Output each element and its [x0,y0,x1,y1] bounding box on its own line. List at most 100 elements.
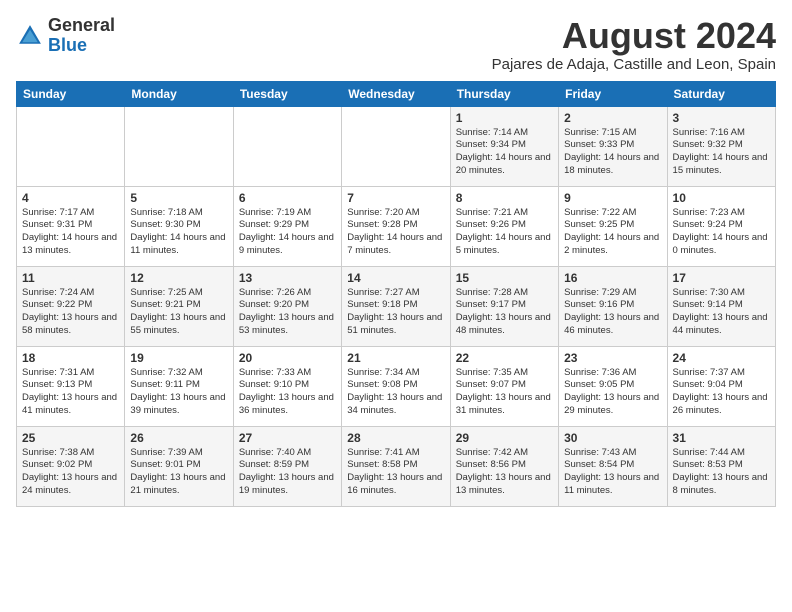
calendar-cell: 13 Sunrise: 7:26 AM Sunset: 9:20 PM Dayli… [233,266,341,346]
day-info: Sunrise: 7:35 AM Sunset: 9:07 PM Dayligh… [456,367,553,418]
calendar-cell: 9 Sunrise: 7:22 AM Sunset: 9:25 PM Daylig… [559,186,667,266]
day-info: Sunrise: 7:20 AM Sunset: 9:28 PM Dayligh… [347,207,444,258]
calendar-cell: 10Sunrise: 7:23 AM Sunset: 9:24 PM Dayli… [667,186,775,266]
calendar-cell: 2 Sunrise: 7:15 AM Sunset: 9:33 PM Daylig… [559,106,667,186]
calendar-cell [233,106,341,186]
day-number: 1 [456,111,553,125]
day-number: 16 [564,271,661,285]
day-info: Sunrise: 7:43 AM Sunset: 8:54 PM Dayligh… [564,447,661,498]
calendar-week-row: 11 Sunrise: 7:24 AM Sunset: 9:22 PM Dayli… [17,266,776,346]
day-number: 28 [347,431,444,445]
day-info: Sunrise: 7:27 AM Sunset: 9:18 PM Dayligh… [347,287,444,338]
calendar-cell [17,106,125,186]
calendar-cell [342,106,450,186]
day-number: 12 [130,271,227,285]
calendar-cell: 5 Sunrise: 7:18 AM Sunset: 9:30 PM Daylig… [125,186,233,266]
day-info: Sunrise: 7:34 AM Sunset: 9:08 PM Dayligh… [347,367,444,418]
calendar-cell: 17 Sunrise: 7:30 AM Sunset: 9:14 PM Dayli… [667,266,775,346]
day-info: Sunrise: 7:39 AM Sunset: 9:01 PM Dayligh… [130,447,227,498]
calendar-cell: 25Sunrise: 7:38 AM Sunset: 9:02 PM Dayli… [17,426,125,506]
calendar-cell: 14Sunrise: 7:27 AM Sunset: 9:18 PM Dayli… [342,266,450,346]
calendar-cell: 1Sunrise: 7:14 AM Sunset: 9:34 PM Daylig… [450,106,558,186]
day-info: Sunrise: 7:15 AM Sunset: 9:33 PM Dayligh… [564,127,661,178]
day-number: 19 [130,351,227,365]
calendar-cell: 28 Sunrise: 7:41 AM Sunset: 8:58 PM Dayli… [342,426,450,506]
day-number: 13 [239,271,336,285]
calendar-week-row: 1Sunrise: 7:14 AM Sunset: 9:34 PM Daylig… [17,106,776,186]
month-year: August 2024 [492,16,776,56]
day-number: 7 [347,191,444,205]
day-number: 17 [673,271,770,285]
logo-blue: Blue [48,35,87,55]
day-number: 8 [456,191,553,205]
calendar-cell: 3Sunrise: 7:16 AM Sunset: 9:32 PM Daylig… [667,106,775,186]
day-number: 2 [564,111,661,125]
calendar-cell: 31 Sunrise: 7:44 AM Sunset: 8:53 PM Dayli… [667,426,775,506]
weekday-header: Monday [125,81,233,106]
calendar-cell: 15 Sunrise: 7:28 AM Sunset: 9:17 PM Dayli… [450,266,558,346]
day-number: 22 [456,351,553,365]
calendar-cell: 21Sunrise: 7:34 AM Sunset: 9:08 PM Dayli… [342,346,450,426]
day-info: Sunrise: 7:18 AM Sunset: 9:30 PM Dayligh… [130,207,227,258]
day-info: Sunrise: 7:42 AM Sunset: 8:56 PM Dayligh… [456,447,553,498]
day-info: Sunrise: 7:33 AM Sunset: 9:10 PM Dayligh… [239,367,336,418]
calendar-cell [125,106,233,186]
title-block: August 2024 Pajares de Adaja, Castille a… [492,16,776,73]
weekday-header: Sunday [17,81,125,106]
calendar-cell: 6Sunrise: 7:19 AM Sunset: 9:29 PM Daylig… [233,186,341,266]
calendar-table: SundayMondayTuesdayWednesdayThursdayFrid… [16,81,776,507]
calendar-cell: 4Sunrise: 7:17 AM Sunset: 9:31 PM Daylig… [17,186,125,266]
calendar-week-row: 25Sunrise: 7:38 AM Sunset: 9:02 PM Dayli… [17,426,776,506]
day-info: Sunrise: 7:36 AM Sunset: 9:05 PM Dayligh… [564,367,661,418]
calendar-cell: 12 Sunrise: 7:25 AM Sunset: 9:21 PM Dayli… [125,266,233,346]
day-info: Sunrise: 7:30 AM Sunset: 9:14 PM Dayligh… [673,287,770,338]
day-number: 31 [673,431,770,445]
day-number: 26 [130,431,227,445]
logo: General Blue [16,16,115,56]
day-number: 3 [673,111,770,125]
calendar-cell: 20 Sunrise: 7:33 AM Sunset: 9:10 PM Dayli… [233,346,341,426]
day-number: 30 [564,431,661,445]
day-info: Sunrise: 7:40 AM Sunset: 8:59 PM Dayligh… [239,447,336,498]
day-number: 10 [673,191,770,205]
day-info: Sunrise: 7:29 AM Sunset: 9:16 PM Dayligh… [564,287,661,338]
calendar-week-row: 4Sunrise: 7:17 AM Sunset: 9:31 PM Daylig… [17,186,776,266]
day-info: Sunrise: 7:41 AM Sunset: 8:58 PM Dayligh… [347,447,444,498]
calendar-cell: 30 Sunrise: 7:43 AM Sunset: 8:54 PM Dayli… [559,426,667,506]
day-info: Sunrise: 7:44 AM Sunset: 8:53 PM Dayligh… [673,447,770,498]
calendar-cell: 27 Sunrise: 7:40 AM Sunset: 8:59 PM Dayli… [233,426,341,506]
day-number: 4 [22,191,119,205]
day-info: Sunrise: 7:38 AM Sunset: 9:02 PM Dayligh… [22,447,119,498]
day-info: Sunrise: 7:37 AM Sunset: 9:04 PM Dayligh… [673,367,770,418]
day-number: 27 [239,431,336,445]
logo-icon [16,22,44,50]
weekday-header: Wednesday [342,81,450,106]
calendar-cell: 29 Sunrise: 7:42 AM Sunset: 8:56 PM Dayli… [450,426,558,506]
logo-text: General Blue [48,16,115,56]
calendar-cell: 7 Sunrise: 7:20 AM Sunset: 9:28 PM Daylig… [342,186,450,266]
day-number: 24 [673,351,770,365]
logo-general: General [48,15,115,35]
location: Pajares de Adaja, Castille and Leon, Spa… [492,56,776,73]
calendar-cell: 19Sunrise: 7:32 AM Sunset: 9:11 PM Dayli… [125,346,233,426]
day-number: 15 [456,271,553,285]
calendar-cell: 26 Sunrise: 7:39 AM Sunset: 9:01 PM Dayli… [125,426,233,506]
day-info: Sunrise: 7:24 AM Sunset: 9:22 PM Dayligh… [22,287,119,338]
day-number: 29 [456,431,553,445]
day-number: 6 [239,191,336,205]
weekday-header: Saturday [667,81,775,106]
day-number: 23 [564,351,661,365]
weekday-header-row: SundayMondayTuesdayWednesdayThursdayFrid… [17,81,776,106]
day-number: 9 [564,191,661,205]
day-number: 18 [22,351,119,365]
day-number: 11 [22,271,119,285]
day-number: 20 [239,351,336,365]
day-info: Sunrise: 7:22 AM Sunset: 9:25 PM Dayligh… [564,207,661,258]
weekday-header: Thursday [450,81,558,106]
day-info: Sunrise: 7:25 AM Sunset: 9:21 PM Dayligh… [130,287,227,338]
day-info: Sunrise: 7:26 AM Sunset: 9:20 PM Dayligh… [239,287,336,338]
calendar-cell: 18Sunrise: 7:31 AM Sunset: 9:13 PM Dayli… [17,346,125,426]
day-number: 5 [130,191,227,205]
day-info: Sunrise: 7:28 AM Sunset: 9:17 PM Dayligh… [456,287,553,338]
calendar-cell: 16 Sunrise: 7:29 AM Sunset: 9:16 PM Dayli… [559,266,667,346]
